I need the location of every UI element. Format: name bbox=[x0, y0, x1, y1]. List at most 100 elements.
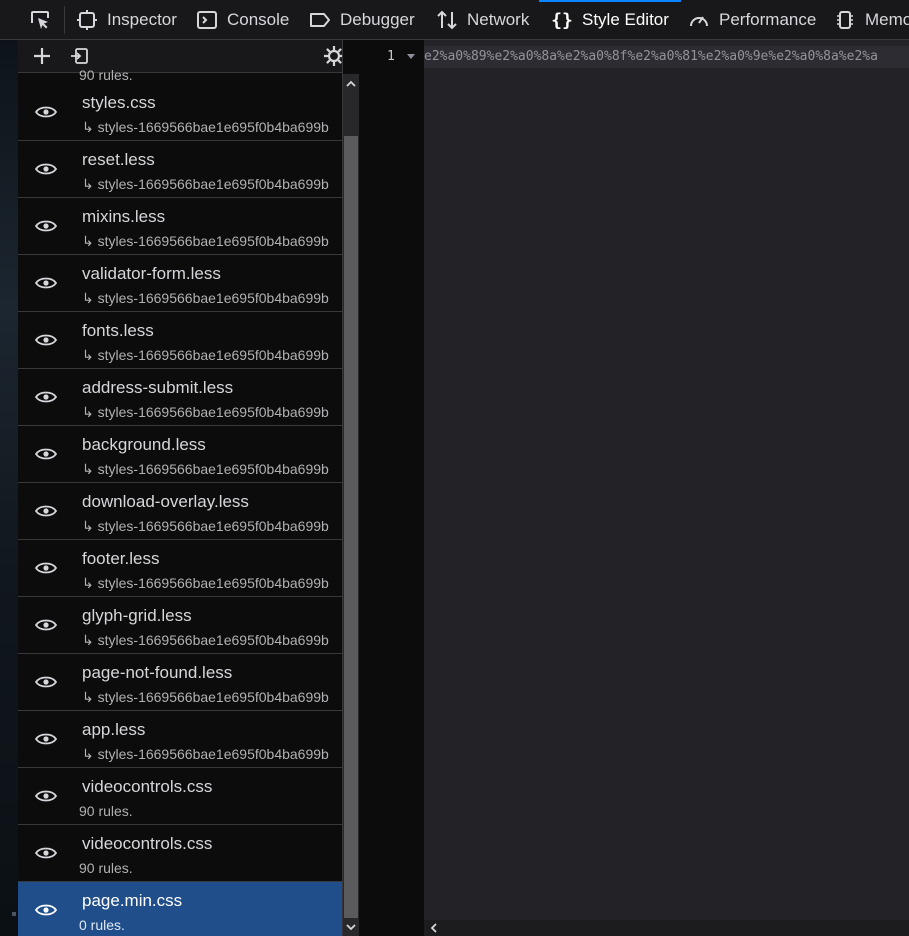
stylesheet-item[interactable]: footer.less ↳ styles-1669566bae1e695f0b4b… bbox=[18, 540, 342, 597]
tab-style-editor[interactable]: {} Style Editor bbox=[539, 0, 681, 39]
element-picker-button[interactable] bbox=[18, 0, 62, 39]
stylesheet-name[interactable]: validator-form.less bbox=[82, 264, 221, 284]
original-source-link[interactable]: ↳ styles-1669566bae1e695f0b4ba699b bbox=[82, 290, 329, 307]
sidebar-scrollbar[interactable] bbox=[343, 74, 359, 936]
stylesheet-name[interactable]: videocontrols.css bbox=[82, 777, 212, 797]
tab-label: Performance bbox=[719, 10, 817, 29]
eye-icon[interactable] bbox=[34, 788, 58, 804]
stylesheet-name[interactable]: fonts.less bbox=[82, 321, 154, 341]
sidebar-toolbar bbox=[18, 40, 342, 73]
stylesheet-item[interactable]: page-not-found.less ↳ styles-1669566bae1e… bbox=[18, 654, 342, 711]
stylesheet-name[interactable]: page.min.css bbox=[82, 891, 182, 911]
new-stylesheet-button[interactable] bbox=[30, 44, 54, 68]
scrollbar-thumb[interactable] bbox=[344, 136, 358, 918]
eye-icon[interactable] bbox=[34, 218, 58, 234]
stylesheet-item[interactable]: download-overlay.less ↳ styles-1669566bae… bbox=[18, 483, 342, 540]
eye-icon[interactable] bbox=[34, 332, 58, 348]
original-source-link[interactable]: ↳ styles-1669566bae1e695f0b4ba699b bbox=[82, 347, 329, 364]
line-number: 1 bbox=[387, 49, 395, 64]
editor-horizontal-scrollbar[interactable] bbox=[424, 920, 909, 936]
stylesheet-name[interactable]: app.less bbox=[82, 720, 145, 740]
stylesheet-name[interactable]: mixins.less bbox=[82, 207, 165, 227]
tab-console[interactable]: Console bbox=[196, 0, 290, 39]
stylesheet-item[interactable]: page.min.css 0 rules. bbox=[18, 882, 342, 936]
scroll-down-arrow[interactable] bbox=[343, 920, 359, 934]
original-source-link[interactable]: ↳ styles-1669566bae1e695f0b4ba699b bbox=[82, 518, 329, 535]
style-editor-icon: {} bbox=[551, 9, 573, 31]
scroll-up-arrow[interactable] bbox=[343, 76, 359, 90]
stylesheet-item[interactable]: videocontrols.css 90 rules. bbox=[18, 825, 342, 882]
debugger-icon bbox=[309, 9, 331, 31]
original-source-link[interactable]: ↳ styles-1669566bae1e695f0b4ba699b bbox=[82, 746, 329, 763]
element-picker-icon bbox=[31, 11, 49, 29]
eye-icon[interactable] bbox=[34, 902, 58, 918]
tab-performance[interactable]: Performance bbox=[688, 0, 817, 39]
background-mark bbox=[12, 912, 16, 916]
code-line[interactable]: e2%a0%89%e2%a0%8a%e2%a0%8f%e2%a0%81%e2%a… bbox=[424, 49, 909, 64]
stylesheet-sidebar: 90 rules. styles.css ↳ styles-1669566bae1… bbox=[18, 40, 343, 936]
eye-icon[interactable] bbox=[34, 560, 58, 576]
stylesheet-item[interactable]: glyph-grid.less ↳ styles-1669566bae1e695f… bbox=[18, 597, 342, 654]
stylesheet-item[interactable]: videocontrols.css 90 rules. bbox=[18, 768, 342, 825]
gear-icon bbox=[324, 46, 342, 66]
tab-debugger[interactable]: Debugger bbox=[309, 0, 415, 39]
tab-label: Memo bbox=[865, 10, 909, 29]
eye-icon[interactable] bbox=[34, 845, 58, 861]
fold-arrow-icon[interactable] bbox=[407, 54, 415, 59]
tab-memory[interactable]: Memo bbox=[834, 0, 909, 39]
stylesheet-item[interactable]: background.less ↳ styles-1669566bae1e695f… bbox=[18, 426, 342, 483]
stylesheet-item[interactable]: reset.less ↳ styles-1669566bae1e695f0b4ba… bbox=[18, 141, 342, 198]
code-editor[interactable]: 1 e2%a0%89%e2%a0%8a%e2%a0%8f%e2%a0%81%e2… bbox=[365, 40, 909, 936]
eye-icon[interactable] bbox=[34, 674, 58, 690]
tab-label: Debugger bbox=[340, 10, 415, 29]
eye-icon[interactable] bbox=[34, 389, 58, 405]
rules-count: 0 rules. bbox=[79, 917, 125, 933]
original-source-link[interactable]: ↳ styles-1669566bae1e695f0b4ba699b bbox=[82, 632, 329, 649]
stylesheet-name[interactable]: address-submit.less bbox=[82, 378, 233, 398]
stylesheet-item[interactable]: app.less ↳ styles-1669566bae1e695f0b4ba69… bbox=[18, 711, 342, 768]
console-icon bbox=[196, 9, 218, 31]
eye-icon[interactable] bbox=[34, 104, 58, 120]
rules-count: 90 rules. bbox=[79, 803, 133, 819]
original-source-link[interactable]: ↳ styles-1669566bae1e695f0b4ba699b bbox=[82, 233, 329, 250]
eye-icon[interactable] bbox=[34, 161, 58, 177]
eye-icon[interactable] bbox=[34, 446, 58, 462]
partial-rules-count: 90 rules. bbox=[79, 67, 133, 83]
stylesheet-item[interactable]: styles.css ↳ styles-1669566bae1e695f0b4ba… bbox=[18, 84, 342, 141]
stylesheet-name[interactable]: page-not-found.less bbox=[82, 663, 232, 683]
scroll-left-arrow[interactable] bbox=[426, 920, 440, 936]
stylesheet-item[interactable]: fonts.less ↳ styles-1669566bae1e695f0b4ba… bbox=[18, 312, 342, 369]
tab-inspector[interactable]: Inspector bbox=[76, 0, 177, 39]
stylesheet-name[interactable]: background.less bbox=[82, 435, 206, 455]
eye-icon[interactable] bbox=[34, 617, 58, 633]
settings-button[interactable] bbox=[322, 44, 342, 68]
tab-network[interactable]: Network bbox=[436, 0, 529, 39]
import-icon bbox=[71, 48, 88, 64]
original-source-link[interactable]: ↳ styles-1669566bae1e695f0b4ba699b bbox=[82, 119, 329, 136]
tab-label: Console bbox=[227, 10, 290, 29]
stylesheet-name[interactable]: styles.css bbox=[82, 93, 156, 113]
page-background bbox=[0, 40, 18, 936]
stylesheet-name[interactable]: videocontrols.css bbox=[82, 834, 212, 854]
stylesheet-item[interactable]: validator-form.less ↳ styles-1669566bae1e… bbox=[18, 255, 342, 312]
tab-label: Style Editor bbox=[582, 10, 669, 29]
toolbar-separator bbox=[64, 6, 65, 34]
inspector-icon bbox=[76, 9, 98, 31]
eye-icon[interactable] bbox=[34, 275, 58, 291]
stylesheet-name[interactable]: download-overlay.less bbox=[82, 492, 249, 512]
eye-icon[interactable] bbox=[34, 503, 58, 519]
original-source-link[interactable]: ↳ styles-1669566bae1e695f0b4ba699b bbox=[82, 689, 329, 706]
original-source-link[interactable]: ↳ styles-1669566bae1e695f0b4ba699b bbox=[82, 575, 329, 592]
rules-count: 90 rules. bbox=[79, 860, 133, 876]
stylesheet-name[interactable]: footer.less bbox=[82, 549, 160, 569]
import-stylesheet-button[interactable] bbox=[68, 44, 92, 68]
stylesheet-name[interactable]: glyph-grid.less bbox=[82, 606, 192, 626]
stylesheet-name[interactable]: reset.less bbox=[82, 150, 155, 170]
original-source-link[interactable]: ↳ styles-1669566bae1e695f0b4ba699b bbox=[82, 461, 329, 478]
stylesheet-item[interactable]: address-submit.less ↳ styles-1669566bae1e… bbox=[18, 369, 342, 426]
plus-icon bbox=[34, 48, 50, 64]
eye-icon[interactable] bbox=[34, 731, 58, 747]
original-source-link[interactable]: ↳ styles-1669566bae1e695f0b4ba699b bbox=[82, 176, 329, 193]
stylesheet-item[interactable]: mixins.less ↳ styles-1669566bae1e695f0b4b… bbox=[18, 198, 342, 255]
original-source-link[interactable]: ↳ styles-1669566bae1e695f0b4ba699b bbox=[82, 404, 329, 421]
